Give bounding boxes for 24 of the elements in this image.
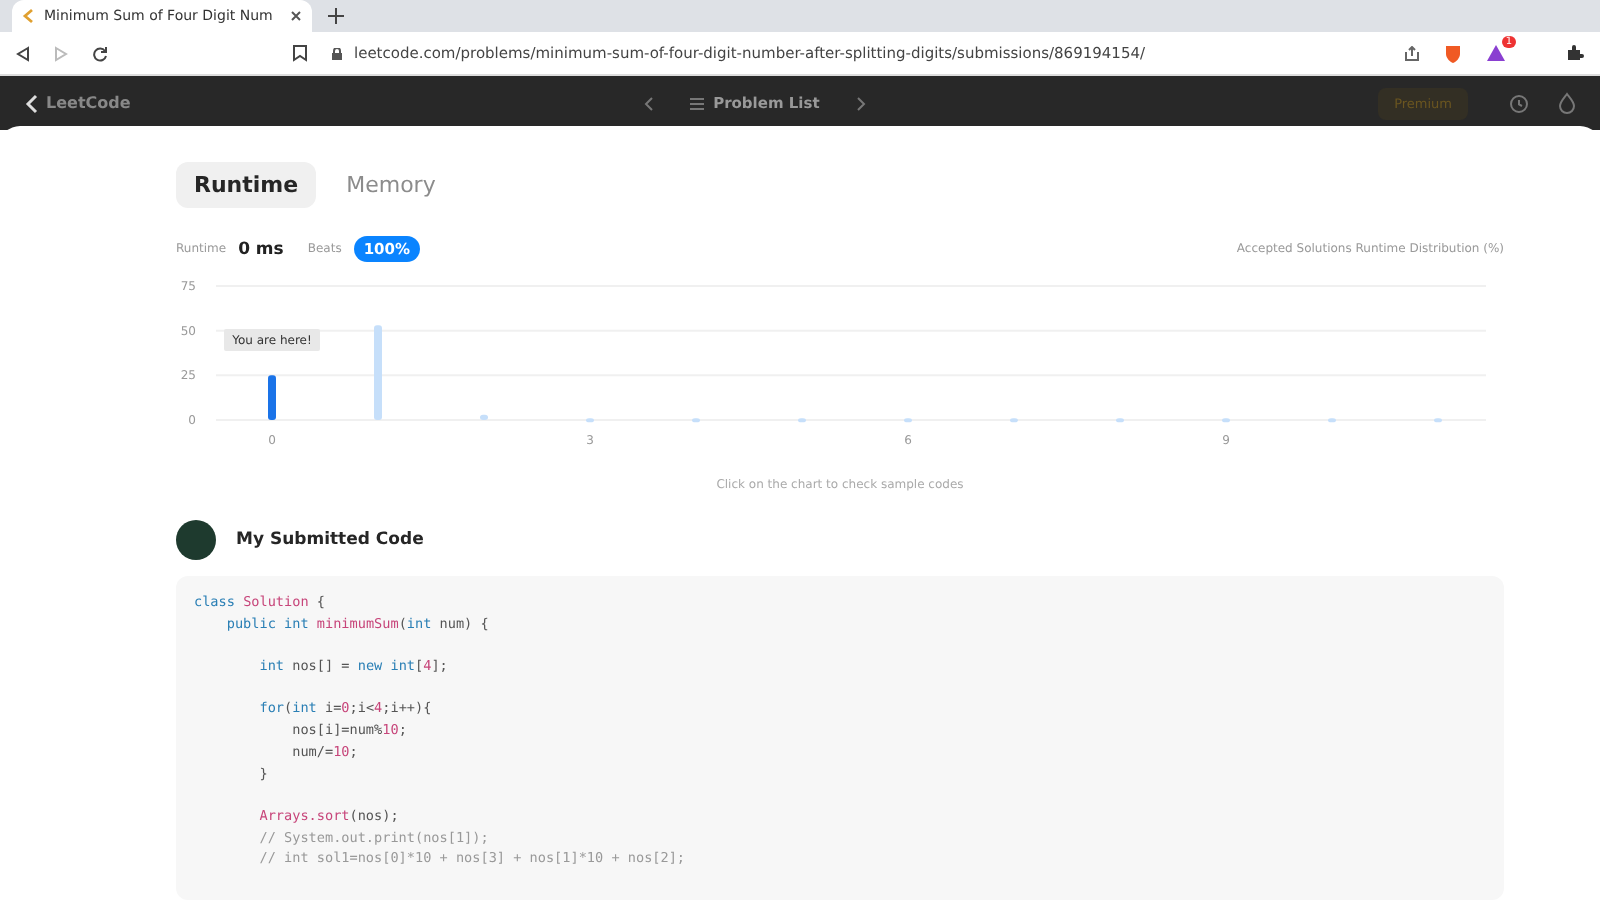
lock-icon [332,47,342,59]
bookmark-icon[interactable] [292,44,308,62]
section-title: My Submitted Code [236,530,424,550]
list-icon [689,97,704,109]
triangle-icon[interactable] [1486,44,1506,62]
chevron-left-icon[interactable] [643,95,654,111]
runtime-value: 0 ms [238,239,284,259]
logo-icon [22,8,36,24]
avatar [176,520,216,560]
chart-tab[interactable]: Memory [328,162,454,208]
logo-text[interactable]: LeetCode [46,94,131,112]
chart-tab[interactable]: Runtime [176,162,317,208]
chart-bar[interactable] [268,375,276,420]
close-icon[interactable] [290,10,302,22]
puzzle-icon[interactable] [1566,44,1584,62]
alarm-clock-icon[interactable] [1508,92,1530,114]
reload-icon[interactable] [92,45,108,61]
shield-icon[interactable] [1444,43,1462,63]
new-tab-icon[interactable] [328,8,344,24]
forward-icon[interactable] [54,45,68,61]
back-icon[interactable] [16,45,30,61]
chevron-right-icon[interactable] [855,95,866,111]
share-icon[interactable] [1404,45,1420,61]
logo-icon [24,93,40,113]
